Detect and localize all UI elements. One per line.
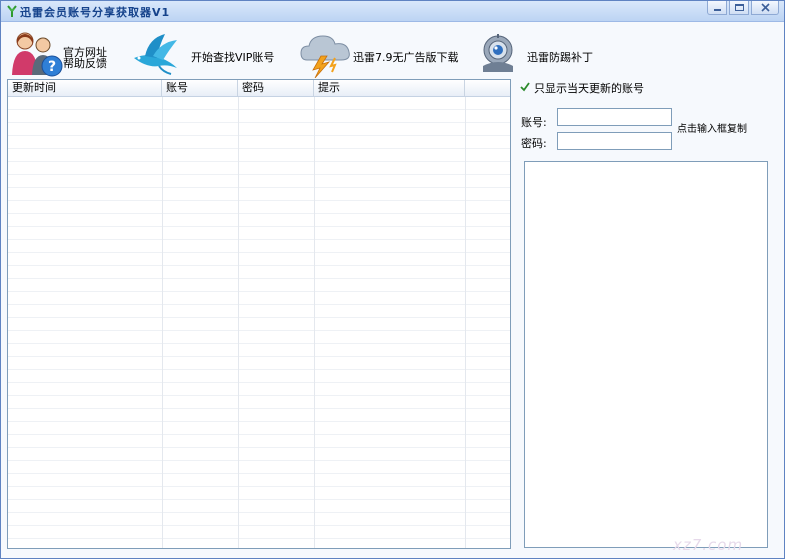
maximize-icon <box>735 4 744 11</box>
app-icon <box>7 5 17 17</box>
column-divider <box>162 97 163 548</box>
find-vip-account-button[interactable]: 开始查找VIP账号 <box>129 22 279 78</box>
list-header: 更新时间 账号 密码 提示 <box>8 80 510 97</box>
users-help-icon: ? <box>12 32 63 77</box>
minimize-icon <box>714 9 721 11</box>
log-textarea[interactable] <box>524 161 768 548</box>
help-feedback-button[interactable]: ? 官方网址 帮助反馈 <box>9 22 119 78</box>
column-divider <box>314 97 315 548</box>
toolbar: ? 官方网址 帮助反馈 开始查找VIP账号 迅雷7.9无广告版下载 迅雷防踢补丁 <box>1 22 784 79</box>
password-field[interactable] <box>557 132 672 150</box>
close-button[interactable] <box>751 1 779 15</box>
column-header-tip[interactable]: 提示 <box>314 80 465 96</box>
title-bar[interactable]: 迅雷会员账号分享获取器V1 <box>1 1 784 22</box>
maximize-button[interactable] <box>729 1 749 15</box>
column-header-password[interactable]: 密码 <box>238 80 314 96</box>
find-vip-label: 开始查找VIP账号 <box>191 51 275 64</box>
svg-text:?: ? <box>48 59 56 75</box>
anti-kick-label: 迅雷防踢补丁 <box>527 51 593 64</box>
column-divider <box>238 97 239 548</box>
window-title: 迅雷会员账号分享获取器V1 <box>20 6 171 19</box>
close-icon <box>761 3 770 12</box>
account-field[interactable] <box>557 108 672 126</box>
column-header-extra[interactable] <box>465 80 510 96</box>
thunder-cloud-icon <box>300 35 350 78</box>
list-body[interactable] <box>8 97 510 548</box>
password-label: 密码: <box>521 137 547 150</box>
column-divider <box>465 97 466 548</box>
show-today-label[interactable]: 只显示当天更新的账号 <box>534 80 644 96</box>
download-thunder-label: 迅雷7.9无广告版下载 <box>353 51 459 64</box>
column-header-account[interactable]: 账号 <box>162 80 238 96</box>
account-label: 账号: <box>521 116 547 129</box>
check-icon <box>520 82 530 92</box>
minimize-button[interactable] <box>707 1 727 15</box>
copy-hint: 点击输入框复制 <box>677 124 747 135</box>
show-today-checkbox[interactable] <box>520 82 530 92</box>
column-header-update-time[interactable]: 更新时间 <box>8 80 162 96</box>
hummingbird-icon <box>134 34 177 75</box>
lock-robot-icon <box>483 34 513 72</box>
watermark: xz7.com <box>673 536 744 554</box>
download-thunder-button[interactable]: 迅雷7.9无广告版下载 <box>297 22 467 78</box>
help-label-line2: 帮助反馈 <box>63 57 107 70</box>
main-window: 迅雷会员账号分享获取器V1 ? 官方网址 帮助反馈 开始查找VIP账号 迅雷7.… <box>0 0 785 559</box>
account-list[interactable]: 更新时间 账号 密码 提示 <box>7 79 511 549</box>
anti-kick-patch-button[interactable]: 迅雷防踢补丁 <box>475 22 615 78</box>
